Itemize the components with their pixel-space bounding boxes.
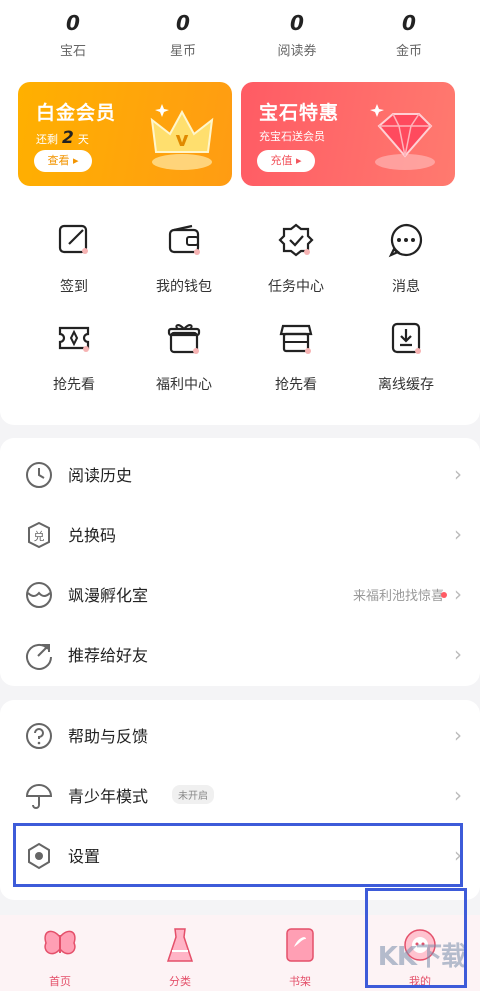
dress-icon	[166, 928, 194, 962]
stat-value: 0	[290, 11, 304, 35]
svg-text:兑: 兑	[34, 529, 45, 543]
store-icon	[279, 324, 313, 354]
grid-item-offline-cache[interactable]: 离线缓存	[346, 320, 466, 394]
card-title: 白金会员	[36, 102, 117, 124]
recharge-button-label: 充值	[270, 154, 293, 167]
grid-label: 我的钱包	[156, 279, 212, 295]
list-label: 飒漫孵化室	[68, 586, 149, 605]
chevron-right-icon: ›	[454, 582, 462, 606]
download-icon	[391, 322, 421, 354]
svg-text:v: v	[175, 127, 188, 151]
view-button[interactable]: 查看 ▸	[34, 150, 92, 172]
stat-value: 0	[176, 11, 190, 35]
list-label: 兑换码	[68, 526, 117, 545]
nav-tab-bookshelf[interactable]: 书架	[240, 925, 360, 989]
stat-star-coins[interactable]: 0 星币	[123, 10, 243, 59]
clock-icon	[26, 462, 52, 488]
grid-label: 任务中心	[268, 279, 324, 295]
stat-value: 0	[402, 11, 416, 35]
grid-item-welfare-center[interactable]: 福利中心	[124, 320, 244, 394]
list-label: 阅读历史	[68, 466, 133, 485]
card-subtitle: 充宝石送会员	[259, 130, 325, 143]
list-item-incubator[interactable]: 飒漫孵化室 来福利池找惊喜 ›	[0, 564, 480, 624]
stat-label: 宝石	[59, 44, 86, 59]
stat-gold-coins[interactable]: 0 金币	[349, 10, 469, 59]
stat-value: 0	[66, 11, 80, 35]
list-label: 青少年模式	[68, 787, 149, 806]
list-item-reading-history[interactable]: 阅读历史 ›	[0, 444, 480, 504]
card-title: 宝石特惠	[259, 102, 340, 124]
grid-item-wallet[interactable]: 我的钱包	[124, 222, 244, 296]
list-panel-primary: 阅读历史 › 兑 兑换码 › 飒漫孵化室 来福利池找惊喜 › 推荐给好友 ›	[0, 438, 480, 686]
mine-tab-highlight-box	[365, 888, 467, 988]
stat-label: 星币	[169, 44, 196, 59]
nav-tab-home[interactable]: 首页	[0, 925, 120, 989]
grid-item-task-center[interactable]: 任务中心	[236, 222, 356, 296]
view-button-label: 查看	[47, 154, 70, 167]
chevron-right-icon: ›	[454, 783, 462, 807]
platinum-member-card[interactable]: 白金会员 还剩 2 天 查看 ▸ v	[18, 82, 232, 186]
days-suffix: 天	[77, 133, 89, 146]
grid-label: 消息	[392, 279, 420, 295]
stat-label: 金币	[395, 44, 422, 59]
edit-icon	[58, 224, 88, 254]
incubator-icon	[26, 582, 52, 608]
butterfly-icon	[44, 930, 76, 955]
stat-label: 阅读券	[277, 44, 317, 59]
stat-reading-vouchers[interactable]: 0 阅读券	[237, 10, 357, 59]
help-icon	[26, 723, 52, 749]
grid-label: 抢先看	[275, 377, 317, 393]
feature-grid: 签到 我的钱包 任务中心 消息 抢先看 福利中心 抢先看 离线缓存	[0, 200, 480, 425]
message-icon	[388, 223, 423, 258]
wallet-icon	[168, 224, 200, 255]
list-item-redeem-code[interactable]: 兑 兑换码 ›	[0, 504, 480, 564]
nav-label: 首页	[49, 975, 71, 988]
badge-check-icon	[278, 223, 314, 257]
grid-label: 离线缓存	[378, 377, 434, 393]
grid-label: 抢先看	[53, 377, 95, 393]
chevron-right-icon: ›	[454, 522, 462, 546]
list-label: 推荐给好友	[68, 646, 149, 665]
nav-label: 书架	[289, 975, 311, 988]
gem-offer-card[interactable]: 宝石特惠 充宝石送会员 充值 ▸	[241, 82, 455, 186]
crown-icon: v	[150, 104, 214, 170]
list-item-teen-mode[interactable]: 青少年模式 未开启 ›	[0, 765, 480, 825]
list-item-recommend-friends[interactable]: 推荐给好友 ›	[0, 624, 480, 684]
grid-item-messages[interactable]: 消息	[346, 222, 466, 296]
grid-item-early-access-store[interactable]: 抢先看	[236, 320, 356, 394]
chevron-right-icon: ›	[454, 642, 462, 666]
grid-label: 福利中心	[156, 377, 212, 393]
chevron-right-icon: ›	[454, 723, 462, 747]
exchange-icon: 兑	[28, 521, 50, 549]
grid-item-early-access[interactable]: 抢先看	[14, 320, 134, 394]
settings-highlight-box	[13, 823, 463, 887]
welfare-hint: 来福利池找惊喜	[352, 589, 444, 604]
umbrella-icon	[25, 784, 53, 809]
ticket-icon	[58, 326, 90, 352]
status-badge: 未开启	[172, 785, 214, 804]
days-remaining: 2	[62, 128, 74, 148]
share-icon	[26, 643, 52, 670]
list-label: 帮助与反馈	[68, 727, 149, 746]
gem-icon	[370, 104, 435, 170]
book-icon	[286, 928, 314, 962]
nav-tab-category[interactable]: 分类	[120, 925, 240, 989]
recharge-button[interactable]: 充值 ▸	[257, 150, 315, 172]
nav-label: 分类	[169, 975, 191, 988]
notification-dot	[441, 592, 447, 598]
gift-icon	[167, 324, 201, 354]
promo-cards: 白金会员 还剩 2 天 查看 ▸ v 宝石特惠 充宝石送会员 充值 ▸	[0, 70, 480, 200]
card-subtitle: 还剩 2 天	[36, 128, 89, 148]
stats-bar: 0 宝石 0 星币 0 阅读券 0 金币	[0, 0, 480, 70]
list-item-help-feedback[interactable]: 帮助与反馈 ›	[0, 705, 480, 765]
grid-item-sign-in[interactable]: 签到	[14, 222, 134, 296]
grid-label: 签到	[60, 279, 88, 295]
chevron-right-icon: ›	[454, 462, 462, 486]
days-prefix: 还剩	[36, 133, 58, 146]
stat-gems[interactable]: 0 宝石	[13, 10, 133, 59]
